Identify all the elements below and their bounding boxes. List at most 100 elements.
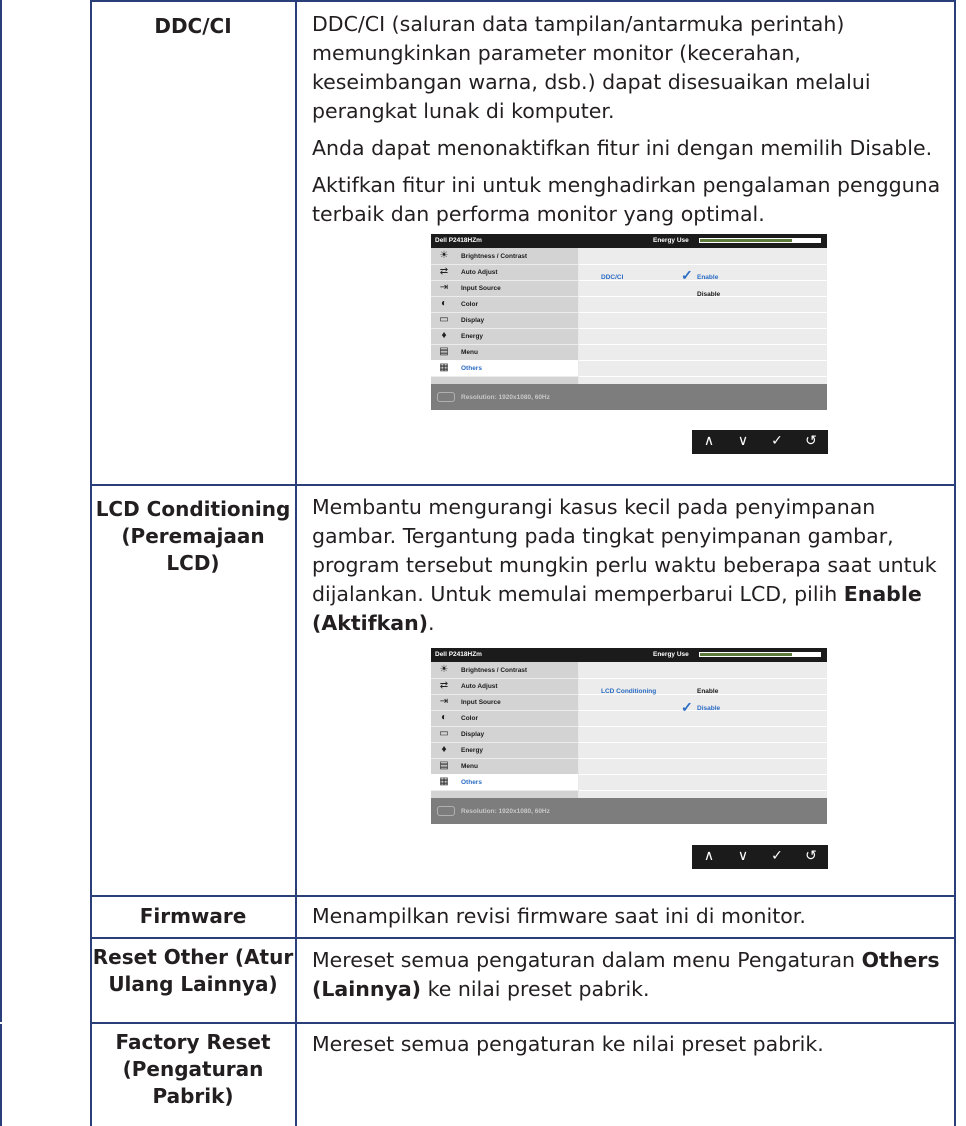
osd-menu-item-label: Brightness / Contrast <box>461 667 528 674</box>
osd-energy-label: Energy Use <box>653 651 689 658</box>
energy-use-bar <box>699 652 821 657</box>
sun-icon: ☀ <box>439 664 449 675</box>
osd-resolution: Resolution: 1920x1080, 60Hz <box>461 808 550 815</box>
down-arrow-icon: ∨ <box>737 848 749 864</box>
osd-header: Dell P2418HZm Energy Use <box>431 234 827 248</box>
energy-use-fill <box>700 239 792 242</box>
check-icon: ✓ <box>771 848 783 864</box>
osd-model-name: Dell P2418HZm <box>435 237 482 244</box>
osd-nav-buttons: ∧ ∨ ✓ ↺ <box>692 430 828 454</box>
up-arrow-icon: ∧ <box>703 848 715 864</box>
row-label-lcd-conditioning: LCD Conditioning (Peremajaan LCD) <box>95 497 291 575</box>
energy-icon: ♦ <box>441 330 447 341</box>
energy-use-bar <box>699 238 821 243</box>
table-right-border <box>954 0 956 1126</box>
osd-menu-item: ▤ Menu <box>431 344 578 361</box>
osd-menu-item-label: Brightness / Contrast <box>461 253 528 260</box>
display-icon: ▭ <box>439 314 449 325</box>
osd-menu-item-label: Auto Adjust <box>461 683 498 690</box>
back-icon: ↺ <box>805 848 817 864</box>
osd-energy-label: Energy Use <box>653 237 689 244</box>
osd-menu-item-label: Menu <box>461 763 478 770</box>
osd-options-panel: LCD Conditioning Enable ✓ Disable <box>579 662 827 812</box>
osd-menu-lcd-conditioning: Dell P2418HZm Energy Use ☀ Brightness / C… <box>431 648 827 824</box>
osd-header: Dell P2418HZm Energy Use <box>431 648 827 662</box>
osd-menu-item: ♦ Energy <box>431 742 578 759</box>
check-icon: ✓ <box>681 699 693 715</box>
row-description-lcd-conditioning: Membantu mengurangi kasus kecil pada pen… <box>312 493 952 646</box>
connector-icon <box>437 806 455 816</box>
energy-use-fill <box>700 653 792 656</box>
color-icon: ◐ <box>440 712 448 723</box>
osd-menu-item: ☀ Brightness / Contrast <box>431 662 578 679</box>
osd-option-disable: Disable <box>697 291 721 298</box>
osd-menu-item: ▦ Others <box>431 360 578 377</box>
check-icon: ✓ <box>771 433 783 449</box>
row-label-reset-other: Reset Other (Atur Ulang Lainnya) <box>92 945 294 996</box>
input-icon: ⇥ <box>439 696 449 707</box>
osd-menu-item: ⇄ Auto Adjust <box>431 678 578 695</box>
arrows-icon: ⇄ <box>439 266 449 277</box>
menu-icon: ▤ <box>439 346 449 357</box>
osd-menu-item-label: Input Source <box>461 699 501 706</box>
up-arrow-icon: ∧ <box>703 433 715 449</box>
sun-icon: ☀ <box>439 250 449 261</box>
description-paragraph: Membantu mengurangi kasus kecil pada pen… <box>312 495 937 635</box>
description-paragraph: Mereset semua pengaturan ke nilai preset… <box>312 1032 824 1056</box>
description-paragraph: Aktifkan fitur ini untuk menghadirkan pe… <box>312 173 941 226</box>
description-paragraph: Menampilkan revisi firmware saat ini di … <box>312 904 806 928</box>
osd-menu-ddcci: Dell P2418HZm Energy Use ☀ Brightness / C… <box>431 234 827 410</box>
osd-menu-list: ☀ Brightness / Contrast ⇄ Auto Adjust ⇥ Input… <box>431 248 578 398</box>
description-paragraph: Mereset semua pengaturan dalam menu Peng… <box>312 948 940 1001</box>
osd-menu-item-label: Display <box>461 317 485 324</box>
menu-icon: ▤ <box>439 760 449 771</box>
osd-menu-item: ▤ Menu <box>431 758 578 775</box>
osd-menu-item-label: Input Source <box>461 285 501 292</box>
display-icon: ▭ <box>439 728 449 739</box>
osd-menu-item-label: Energy <box>461 333 484 340</box>
osd-menu-item: ▭ Display <box>431 726 578 743</box>
row-description-ddcci: DDC/CI (saluran data tampilan/antarmuka … <box>312 10 952 237</box>
osd-menu-item: ⇥ Input Source <box>431 280 578 297</box>
check-icon: ✓ <box>681 267 693 283</box>
osd-menu-item-label: Display <box>461 731 485 738</box>
arrows-icon: ⇄ <box>439 680 449 691</box>
others-icon: ▦ <box>439 776 449 787</box>
osd-nav-buttons: ∧ ∨ ✓ ↺ <box>692 845 828 869</box>
row-label-firmware: Firmware <box>139 904 247 928</box>
osd-option-enable: Enable <box>697 274 719 281</box>
row-label-ddcci: DDC/CI <box>154 14 232 38</box>
osd-status-bar: Resolution: 1920x1080, 60Hz <box>431 384 827 410</box>
row-divider <box>90 895 956 897</box>
row-description-reset-other: Mereset semua pengaturan dalam menu Peng… <box>312 946 952 1012</box>
osd-setting-name: LCD Conditioning <box>601 688 657 695</box>
row-description-firmware: Menampilkan revisi firmware saat ini di … <box>312 902 952 939</box>
description-paragraph: DDC/CI (saluran data tampilan/antarmuka … <box>312 12 871 123</box>
others-icon: ▦ <box>439 362 449 373</box>
energy-icon: ♦ <box>441 744 447 755</box>
row-divider <box>90 484 956 486</box>
osd-menu-item: ◐ Color <box>431 710 578 727</box>
osd-menu-item: ♦ Energy <box>431 328 578 345</box>
osd-setting-name: DDC/CI <box>601 274 624 281</box>
osd-option-enable: Enable <box>697 688 719 695</box>
osd-menu-item-label: Auto Adjust <box>461 269 498 276</box>
row-divider <box>90 1022 956 1024</box>
osd-menu-item-label: Color <box>461 301 478 308</box>
osd-menu-item-label: Menu <box>461 349 478 356</box>
osd-status-bar: Resolution: 1920x1080, 60Hz <box>431 798 827 824</box>
down-arrow-icon: ∨ <box>737 433 749 449</box>
row-label-factory-reset: Factory Reset (Pengaturan Pabrik) <box>115 1030 271 1108</box>
osd-menu-item-label: Others <box>461 779 482 786</box>
osd-menu-list: ☀ Brightness / Contrast ⇄ Auto Adjust ⇥ Input… <box>431 662 578 812</box>
description-paragraph: Anda dapat menonaktifkan fitur ini denga… <box>312 136 933 160</box>
table-column-divider <box>295 0 297 1126</box>
osd-menu-item-label: Others <box>461 365 482 372</box>
table-left-border <box>0 0 2 1126</box>
osd-menu-item-label: Color <box>461 715 478 722</box>
osd-menu-item: ⇄ Auto Adjust <box>431 264 578 281</box>
osd-menu-item: ▭ Display <box>431 312 578 329</box>
input-icon: ⇥ <box>439 282 449 293</box>
row-divider <box>90 0 956 2</box>
osd-model-name: Dell P2418HZm <box>435 651 482 658</box>
